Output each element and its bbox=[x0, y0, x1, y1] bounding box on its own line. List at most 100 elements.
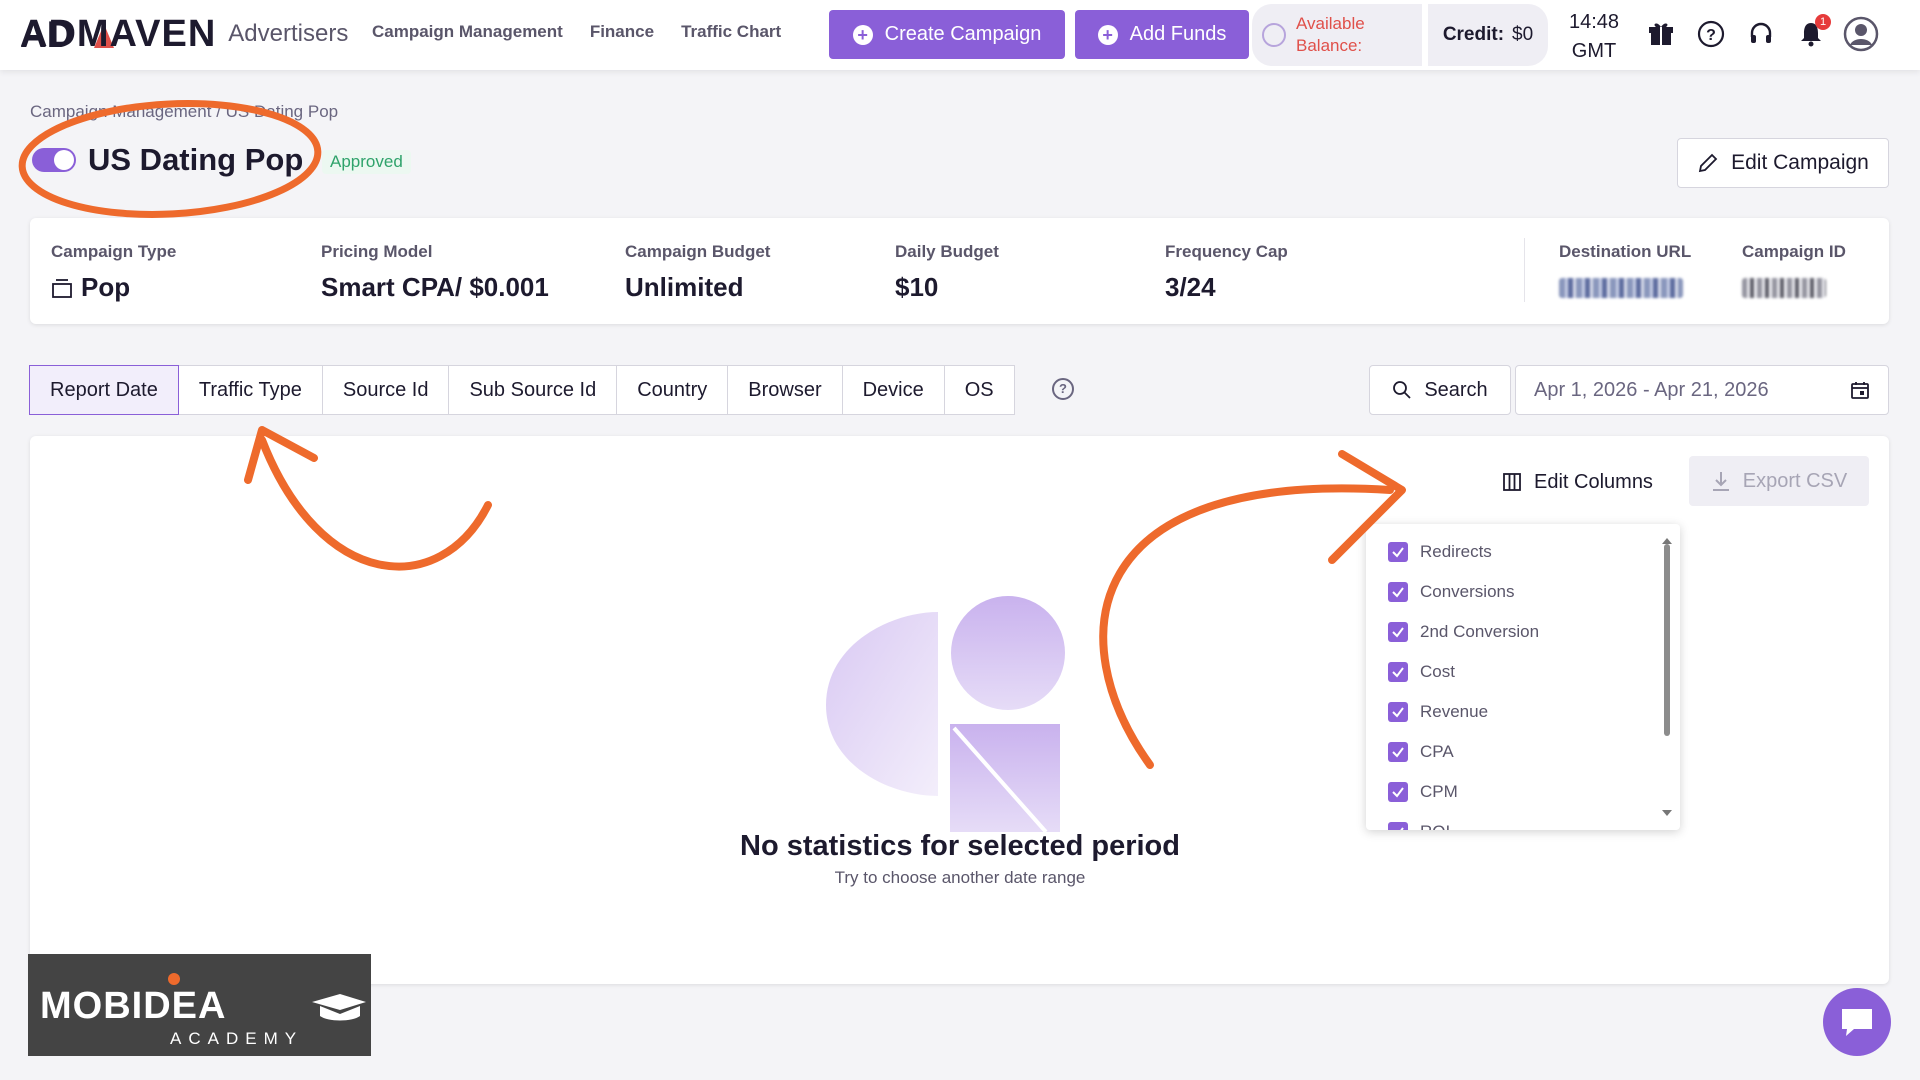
checkbox-checked-icon bbox=[1388, 742, 1408, 762]
campaign-id-field: Campaign ID bbox=[1742, 242, 1846, 298]
column-option[interactable]: CPM bbox=[1388, 780, 1458, 804]
dropdown-scrollbar-thumb[interactable] bbox=[1664, 544, 1670, 736]
clock-time: 14:48 bbox=[1568, 11, 1620, 33]
frequency-cap-value: 3/24 bbox=[1165, 272, 1216, 302]
date-range-picker[interactable]: Apr 1, 2026 - Apr 21, 2026 bbox=[1515, 365, 1889, 415]
destination-url-redacted bbox=[1559, 278, 1683, 298]
edit-campaign-button[interactable]: Edit Campaign bbox=[1677, 138, 1889, 188]
clock-timezone: GMT bbox=[1571, 40, 1617, 62]
nav-finance[interactable]: Finance bbox=[590, 22, 654, 42]
daily-budget-value: $10 bbox=[895, 272, 939, 302]
campaign-info-card: Campaign Type Pop Pricing Model Smart CP… bbox=[30, 218, 1889, 324]
logo-text-layer: ADMAVEN Advertisers bbox=[20, 12, 348, 55]
clock: 14:48 GMT bbox=[1566, 8, 1622, 66]
pop-window-icon bbox=[52, 278, 72, 298]
column-option[interactable]: CPA bbox=[1388, 740, 1454, 764]
credit-display: Credit: $0 bbox=[1428, 4, 1548, 66]
chat-bubble-icon bbox=[1842, 1009, 1872, 1036]
svg-text:?: ? bbox=[1706, 27, 1716, 44]
empty-state-subtitle: Try to choose another date range bbox=[834, 868, 1086, 887]
tab-sub-source-id[interactable]: Sub Source Id bbox=[448, 365, 618, 415]
tab-browser[interactable]: Browser bbox=[727, 365, 843, 415]
tab-traffic-type[interactable]: Traffic Type bbox=[177, 365, 323, 415]
calendar-icon bbox=[1851, 382, 1869, 399]
column-option[interactable]: Conversions bbox=[1388, 580, 1515, 604]
column-option[interactable]: Cost bbox=[1388, 660, 1455, 684]
logo-word: ADMAVEN bbox=[20, 12, 217, 55]
svg-text:ACADEMY: ACADEMY bbox=[170, 1029, 303, 1048]
pricing-model-label: Pricing Model bbox=[321, 242, 433, 261]
column-option[interactable]: ROI bbox=[1388, 820, 1450, 830]
checkbox-checked-icon bbox=[1388, 702, 1408, 722]
help-icon[interactable]: ? bbox=[1695, 18, 1727, 50]
edit-campaign-label: Edit Campaign bbox=[1731, 151, 1869, 174]
column-option-label: CPM bbox=[1420, 782, 1458, 801]
create-campaign-label: Create Campaign bbox=[884, 23, 1042, 45]
search-button[interactable]: Search bbox=[1369, 365, 1511, 415]
empty-state-title: No statistics for selected period bbox=[740, 830, 1180, 862]
report-group-tabs: Report Date Traffic Type Source Id Sub S… bbox=[29, 365, 1015, 415]
svg-text:MOBIDEA: MOBIDEA bbox=[40, 985, 226, 1027]
mobidea-academy-logo: MOBIDEA ACADEMY bbox=[40, 973, 366, 1048]
tab-source-id[interactable]: Source Id bbox=[321, 365, 450, 415]
campaign-budget-value: Unlimited bbox=[625, 272, 744, 302]
column-option[interactable]: Redirects bbox=[1388, 540, 1492, 564]
breadcrumb-parent[interactable]: Campaign Management bbox=[30, 102, 211, 121]
column-option[interactable]: Revenue bbox=[1388, 700, 1488, 724]
gift-icon[interactable] bbox=[1645, 18, 1677, 50]
campaign-budget-label: Campaign Budget bbox=[625, 242, 771, 261]
chat-support-button[interactable] bbox=[1823, 988, 1891, 1056]
breadcrumb: Campaign Management / US Dating Pop bbox=[30, 102, 338, 122]
destination-url-label: Destination URL bbox=[1559, 242, 1692, 261]
column-option[interactable]: 2nd Conversion bbox=[1388, 620, 1539, 644]
plus-circle-icon: + bbox=[1097, 24, 1118, 45]
campaign-active-toggle[interactable] bbox=[32, 148, 76, 172]
campaign-type-value-row: Pop bbox=[51, 272, 176, 303]
export-csv-button[interactable]: Export CSV bbox=[1689, 456, 1869, 506]
create-campaign-button[interactable]: + Create Campaign bbox=[829, 10, 1065, 59]
nav-traffic-chart[interactable]: Traffic Chart bbox=[681, 22, 781, 42]
campaign-type-field: Campaign Type Pop bbox=[51, 242, 176, 303]
balance-label-line2: Balance: bbox=[1296, 36, 1363, 55]
tab-os[interactable]: OS bbox=[943, 365, 1015, 415]
campaign-budget-field: Campaign Budget Unlimited bbox=[625, 242, 770, 303]
pricing-model-value: Smart CPA/ $0.001 bbox=[321, 272, 549, 302]
checkbox-checked-icon bbox=[1388, 582, 1408, 602]
main-nav: Campaign Management Finance Traffic Char… bbox=[372, 22, 781, 42]
daily-budget-field: Daily Budget $10 bbox=[895, 242, 999, 303]
tabs-help-icon[interactable]: ? bbox=[1052, 378, 1074, 400]
notification-badge: 1 bbox=[1815, 14, 1831, 30]
edit-columns-button[interactable]: Edit Columns bbox=[1502, 467, 1653, 497]
checkbox-checked-icon bbox=[1388, 542, 1408, 562]
column-option-label: Redirects bbox=[1420, 542, 1492, 561]
add-funds-button[interactable]: + Add Funds bbox=[1075, 10, 1249, 59]
tab-country[interactable]: Country bbox=[616, 365, 729, 415]
breadcrumb-current: US Dating Pop bbox=[225, 102, 339, 121]
date-range-value: Apr 1, 2026 - Apr 21, 2026 bbox=[1534, 378, 1769, 401]
tab-report-date[interactable]: Report Date bbox=[29, 365, 179, 415]
destination-url-field: Destination URL bbox=[1559, 242, 1691, 298]
plus-circle-icon: + bbox=[852, 24, 873, 45]
user-avatar-icon[interactable] bbox=[1843, 16, 1879, 52]
nav-campaign-management[interactable]: Campaign Management bbox=[372, 22, 563, 42]
column-option-label: Revenue bbox=[1420, 702, 1489, 721]
headset-icon[interactable] bbox=[1745, 18, 1777, 50]
breadcrumb-separator: / bbox=[216, 102, 221, 121]
available-balance[interactable]: Available Balance: bbox=[1252, 4, 1422, 66]
export-csv-label: Export CSV bbox=[1742, 469, 1848, 492]
pricing-model-field: Pricing Model Smart CPA/ $0.001 bbox=[321, 242, 549, 303]
tab-device[interactable]: Device bbox=[841, 365, 945, 415]
balance-label-line1: Available bbox=[1296, 14, 1365, 33]
checkbox-checked-icon bbox=[1388, 662, 1408, 682]
search-label: Search bbox=[1424, 378, 1488, 401]
mobidea-academy-watermark: MOBIDEA ACADEMY bbox=[28, 954, 371, 1056]
frequency-cap-label: Frequency Cap bbox=[1165, 242, 1288, 261]
column-option-label: CPA bbox=[1420, 742, 1454, 761]
frequency-cap-field: Frequency Cap 3/24 bbox=[1165, 242, 1288, 303]
pencil-icon bbox=[1698, 153, 1718, 173]
top-navbar: AD ADMAVEN Advertisers Campaign Manageme… bbox=[0, 0, 1920, 70]
campaign-type-label: Campaign Type bbox=[51, 242, 177, 261]
credit-value: $0 bbox=[1512, 24, 1534, 45]
status-badge: Approved bbox=[322, 150, 411, 174]
edit-columns-label: Edit Columns bbox=[1534, 470, 1653, 493]
